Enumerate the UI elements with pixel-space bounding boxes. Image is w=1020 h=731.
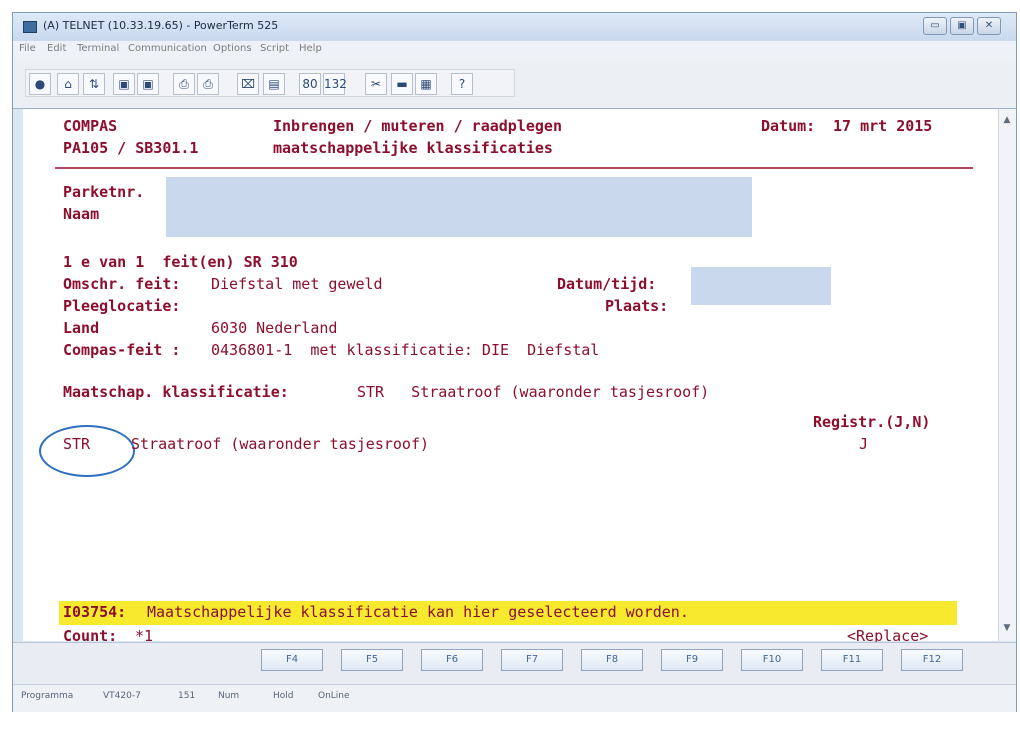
plaats-label: Plaats: <box>605 297 669 315</box>
compas-feit-value: 0436801-1 met klassificatie: DIE Diefsta… <box>211 341 600 359</box>
maatschap-value: STR Straatroof (waaronder tasjesroof) <box>357 383 710 401</box>
f12-key[interactable]: F12 <box>901 649 963 671</box>
land-value: 6030 Nederland <box>211 319 338 337</box>
bar-icon[interactable]: ▬ <box>391 73 413 95</box>
scroll-up-icon[interactable]: ▲ <box>1001 115 1013 127</box>
redacted-block-name <box>166 177 752 237</box>
f5-key[interactable]: F5 <box>341 649 403 671</box>
datum-tijd-label: Datum/tijd: <box>557 275 657 293</box>
status-terminal-type: VT420-7 <box>103 691 141 701</box>
compas-feit-label: Compas-feit : <box>63 341 181 359</box>
title-bar: (A) TELNET (10.33.19.65) - PowerTerm 525… <box>13 13 1016 41</box>
minimize-button[interactable]: ▭ <box>923 17 947 35</box>
paste-icon[interactable]: ▣ <box>137 73 159 95</box>
status-program: Programma <box>21 691 74 701</box>
menu-script[interactable]: Script <box>260 43 289 54</box>
omschr-label: Omschr. feit: <box>63 275 181 293</box>
screen-title-2: maatschappelijke klassificaties <box>273 139 553 157</box>
connect-icon[interactable]: ⌂ <box>57 73 79 95</box>
print-screen-icon[interactable]: ⎙ <box>197 73 219 95</box>
copy-icon[interactable]: ▣ <box>113 73 135 95</box>
menu-file[interactable]: File <box>19 43 36 54</box>
screen-title-1: Inbrengen / muteren / raadplegen <box>273 117 562 135</box>
scroll-down-icon[interactable]: ▼ <box>1001 623 1013 635</box>
status-code: 151 <box>178 691 196 701</box>
naam-label: Naam <box>63 205 100 223</box>
keyboard-icon[interactable]: ⌧ <box>237 73 259 95</box>
status-num: Num <box>218 691 240 701</box>
maatschap-label: Maatschap. klassificatie: <box>63 383 289 401</box>
app-name: COMPAS <box>63 117 118 135</box>
f6-key[interactable]: F6 <box>421 649 483 671</box>
columns-132-button[interactable]: 132 <box>323 73 347 95</box>
parketnr-label: Parketnr. <box>63 183 145 201</box>
header-divider <box>55 167 973 169</box>
app-window: (A) TELNET (10.33.19.65) - PowerTerm 525… <box>12 12 1017 712</box>
menu-communication[interactable]: Communication <box>128 43 207 54</box>
window-title: (A) TELNET (10.33.19.65) - PowerTerm 525 <box>43 19 279 32</box>
grid-icon[interactable]: ▦ <box>415 73 437 95</box>
status-online: OnLine <box>318 691 350 701</box>
record-icon[interactable]: ● <box>29 73 51 95</box>
function-key-bar: F4 F5 F6 F7 F8 F9 F10 F11 F12 <box>13 642 1016 684</box>
message-code: I03754: <box>63 603 127 621</box>
menu-edit[interactable]: Edit <box>47 43 66 54</box>
entry-description: Straatroof (waaronder tasjesroof) <box>131 435 430 453</box>
feit-range: 1 e van 1 feit(en) SR 310 <box>63 253 298 271</box>
menu-terminal[interactable]: Terminal <box>77 43 119 54</box>
omschr-value: Diefstal met geweld <box>211 275 383 293</box>
land-label: Land <box>63 319 100 337</box>
terminal-screen[interactable]: COMPAS PA105 / SB301.1 Inbrengen / muter… <box>23 109 1001 645</box>
maximize-button[interactable]: ▣ <box>950 17 974 35</box>
vertical-scrollbar[interactable]: ▲ ▼ <box>998 109 1016 641</box>
message-text: Maatschappelijke klassificatie kan hier … <box>147 603 689 621</box>
transfer-icon[interactable]: ⇅ <box>83 73 105 95</box>
date-value: 17 mrt 2015 <box>833 117 933 135</box>
f10-key[interactable]: F10 <box>741 649 803 671</box>
module-code: PA105 / SB301.1 <box>63 139 199 157</box>
tools-icon[interactable]: ✂ <box>365 73 387 95</box>
status-bar: Programma VT420-7 151 Num Hold OnLine <box>13 684 1016 712</box>
app-icon <box>23 21 37 33</box>
f11-key[interactable]: F11 <box>821 649 883 671</box>
pleeglocatie-label: Pleeglocatie: <box>63 297 181 315</box>
screen-icon[interactable]: ▤ <box>263 73 285 95</box>
menu-help[interactable]: Help <box>299 43 322 54</box>
f4-key[interactable]: F4 <box>261 649 323 671</box>
redacted-block-datetime <box>691 267 831 305</box>
entry-registr-value[interactable]: J <box>859 435 868 453</box>
print-icon[interactable]: ⎙ <box>173 73 195 95</box>
help-icon[interactable]: ? <box>451 73 473 95</box>
date-label: Datum: <box>761 117 816 135</box>
entry-code[interactable]: STR <box>63 435 90 453</box>
f8-key[interactable]: F8 <box>581 649 643 671</box>
registr-label: Registr.(J,N) <box>813 413 931 431</box>
f9-key[interactable]: F9 <box>661 649 723 671</box>
close-button[interactable]: ✕ <box>977 17 1001 35</box>
f7-key[interactable]: F7 <box>501 649 563 671</box>
menu-options[interactable]: Options <box>213 43 252 54</box>
menu-bar: File Edit Terminal Communication Options… <box>13 41 1016 59</box>
toolbar: ● ⌂ ⇅ ▣ ▣ ⎙ ⎙ ⌧ ▤ 80 132 ✂ ▬ ▦ ? <box>13 59 1016 109</box>
columns-80-button[interactable]: 80 <box>299 73 321 95</box>
status-hold: Hold <box>273 691 294 701</box>
